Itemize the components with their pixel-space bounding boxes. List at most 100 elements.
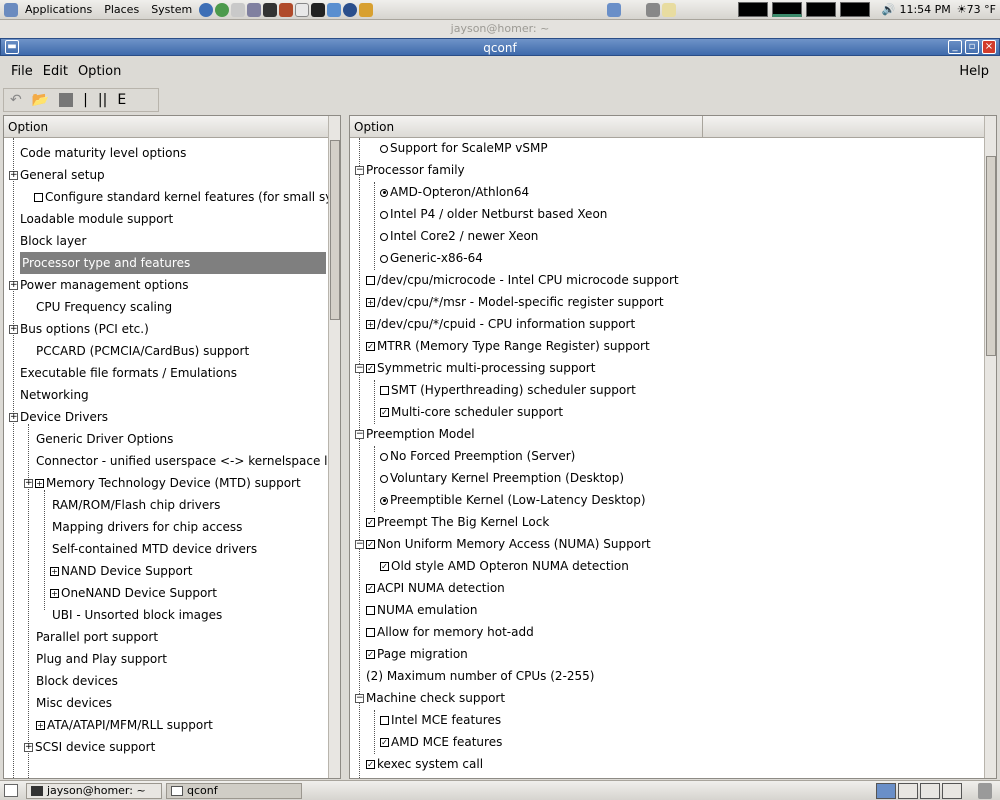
- workspace-1[interactable]: [876, 783, 896, 799]
- radio-unselected-icon[interactable]: [380, 210, 388, 219]
- radio-unselected-icon[interactable]: [380, 254, 388, 263]
- browser-launcher-icon[interactable]: [199, 2, 214, 17]
- checkbox-module-icon[interactable]: +: [366, 298, 375, 307]
- expand-icon[interactable]: +: [9, 281, 18, 290]
- expand-icon[interactable]: +: [9, 171, 18, 180]
- info-launcher-icon[interactable]: [343, 2, 358, 17]
- taskbar-item-terminal[interactable]: jayson@homer: ~: [26, 783, 162, 799]
- left-scrollbar[interactable]: [328, 116, 340, 778]
- option-row[interactable]: (2) Maximum number of CPUs (2-255): [366, 665, 594, 687]
- tree-item[interactable]: + SCSI device support: [24, 736, 155, 758]
- tree-item[interactable]: Code maturity level options: [20, 142, 186, 164]
- tree-item[interactable]: RAM/ROM/Flash chip drivers: [52, 494, 220, 516]
- weather-temp[interactable]: 73 °F: [967, 3, 996, 16]
- expand-icon[interactable]: +: [24, 743, 33, 752]
- checkbox-partial-icon[interactable]: +: [36, 721, 45, 730]
- checkbox-checked-icon[interactable]: ✓: [366, 518, 375, 527]
- tree-item[interactable]: + OneNAND Device Support: [50, 582, 217, 604]
- option-row[interactable]: +/dev/cpu/*/msr - Model-specific registe…: [366, 291, 664, 313]
- expand-icon[interactable]: −: [355, 364, 364, 373]
- single-view-icon[interactable]: |: [83, 92, 88, 108]
- split-view-icon[interactable]: ||: [98, 92, 107, 108]
- checkbox-unchecked-icon[interactable]: [366, 628, 375, 637]
- menu-edit[interactable]: Edit: [38, 64, 73, 79]
- globe-launcher-icon[interactable]: [215, 2, 230, 17]
- option-row[interactable]: ✓ Old style AMD Opteron NUMA detection: [380, 555, 629, 577]
- option-row[interactable]: AMD-Opteron/Athlon64: [380, 181, 529, 203]
- checkbox-partial-icon[interactable]: +: [35, 479, 44, 488]
- settings-launcher-icon[interactable]: [327, 2, 342, 17]
- trash-icon[interactable]: [978, 783, 992, 799]
- checkbox-partial-icon[interactable]: +: [50, 589, 59, 598]
- tree-item[interactable]: Networking: [20, 384, 89, 406]
- applications-menu[interactable]: Applications: [19, 0, 98, 20]
- option-row[interactable]: ✓ AMD MCE features: [380, 731, 502, 753]
- option-row[interactable]: ✓ Multi-core scheduler support: [380, 401, 563, 423]
- tree-item[interactable]: Misc devices: [36, 692, 112, 714]
- tree-item[interactable]: Block layer: [20, 230, 86, 252]
- radio-selected-icon[interactable]: [380, 496, 388, 505]
- option-row[interactable]: ✓ Preempt The Big Kernel Lock: [366, 511, 549, 533]
- maximize-icon[interactable]: ▫: [965, 40, 979, 54]
- expand-icon[interactable]: +: [9, 413, 18, 422]
- right-scrollbar-thumb[interactable]: [986, 156, 996, 356]
- undo-icon[interactable]: ↶: [10, 92, 22, 108]
- checkbox-checked-icon[interactable]: ✓: [366, 540, 375, 549]
- tree-item[interactable]: Self-contained MTD device drivers: [52, 538, 257, 560]
- tree-item[interactable]: Parallel port support: [36, 626, 158, 648]
- tree-item[interactable]: + NAND Device Support: [50, 560, 193, 582]
- open-folder-icon[interactable]: 📂: [32, 92, 49, 108]
- right-scrollbar[interactable]: [984, 116, 996, 778]
- checkbox-checked-icon[interactable]: ✓: [366, 584, 375, 593]
- option-row[interactable]: Voluntary Kernel Preemption (Desktop): [380, 467, 624, 489]
- tree-item[interactable]: + ATA/ATAPI/MFM/RLL support: [36, 714, 213, 736]
- checkbox-checked-icon[interactable]: ✓: [380, 738, 389, 747]
- tree-item[interactable]: + Power management options: [9, 274, 189, 296]
- clock[interactable]: 11:54 PM: [899, 3, 950, 16]
- option-row[interactable]: Preemptible Kernel (Low-Latency Desktop): [380, 489, 646, 511]
- window-titlebar[interactable]: ▬ qconf _ ▫ ×: [0, 38, 1000, 56]
- tree-item[interactable]: PCCARD (PCMCIA/CardBus) support: [36, 340, 249, 362]
- radio-unselected-icon[interactable]: [380, 452, 388, 461]
- system-menu[interactable]: System: [145, 0, 198, 20]
- tree-item-selected[interactable]: Processor type and features: [20, 252, 326, 274]
- option-row[interactable]: /dev/cpu/microcode - Intel CPU microcode…: [366, 269, 679, 291]
- checkbox-unchecked-icon[interactable]: [380, 386, 389, 395]
- option-row[interactable]: − Preemption Model: [355, 423, 475, 445]
- tree-item[interactable]: Plug and Play support: [36, 648, 167, 670]
- checkbox-checked-icon[interactable]: ✓: [366, 760, 375, 769]
- places-menu[interactable]: Places: [98, 0, 145, 20]
- left-column-header[interactable]: Option: [4, 116, 328, 138]
- background-window-title[interactable]: jayson@homer: ~: [0, 20, 1000, 38]
- option-row[interactable]: Intel Core2 / newer Xeon: [380, 225, 538, 247]
- tree-item[interactable]: Generic Driver Options: [36, 428, 173, 450]
- option-row[interactable]: − ✓ Symmetric multi-processing support: [355, 357, 595, 379]
- expand-icon[interactable]: −: [355, 166, 364, 175]
- option-row[interactable]: No Forced Preemption (Server): [380, 445, 575, 467]
- option-row[interactable]: Allow for memory hot-add: [366, 621, 534, 643]
- radio-unselected-icon[interactable]: [380, 474, 388, 483]
- radio-unselected-icon[interactable]: [380, 232, 388, 241]
- checkbox-module-icon[interactable]: +: [366, 320, 375, 329]
- workspace-4[interactable]: [942, 783, 962, 799]
- tree-item[interactable]: + General setup: [9, 164, 105, 186]
- option-row[interactable]: − Machine check support: [355, 687, 505, 709]
- workspace-2[interactable]: [898, 783, 918, 799]
- checkbox-partial-icon[interactable]: +: [50, 567, 59, 576]
- option-row[interactable]: Generic-x86-64: [380, 247, 483, 269]
- option-row[interactable]: ✓ ACPI NUMA detection: [366, 577, 505, 599]
- option-row[interactable]: Intel MCE features: [380, 709, 501, 731]
- option-row[interactable]: ✓ Page migration: [366, 643, 468, 665]
- checkbox-unchecked-icon[interactable]: [34, 193, 43, 202]
- taskbar-item-qconf[interactable]: qconf: [166, 783, 302, 799]
- gnome-foot-icon[interactable]: [4, 2, 18, 17]
- tree-item[interactable]: Executable file formats / Emulations: [20, 362, 237, 384]
- terminal-launcher-icon[interactable]: [263, 2, 278, 17]
- header-column-divider[interactable]: [702, 116, 703, 138]
- radio-unselected-icon[interactable]: [380, 144, 388, 153]
- app-launcher-icon[interactable]: [231, 2, 246, 17]
- show-desktop-icon[interactable]: [4, 784, 18, 797]
- notes-icon[interactable]: [661, 2, 676, 17]
- workspace-3[interactable]: [920, 783, 940, 799]
- tree-item[interactable]: + Device Drivers: [9, 406, 108, 428]
